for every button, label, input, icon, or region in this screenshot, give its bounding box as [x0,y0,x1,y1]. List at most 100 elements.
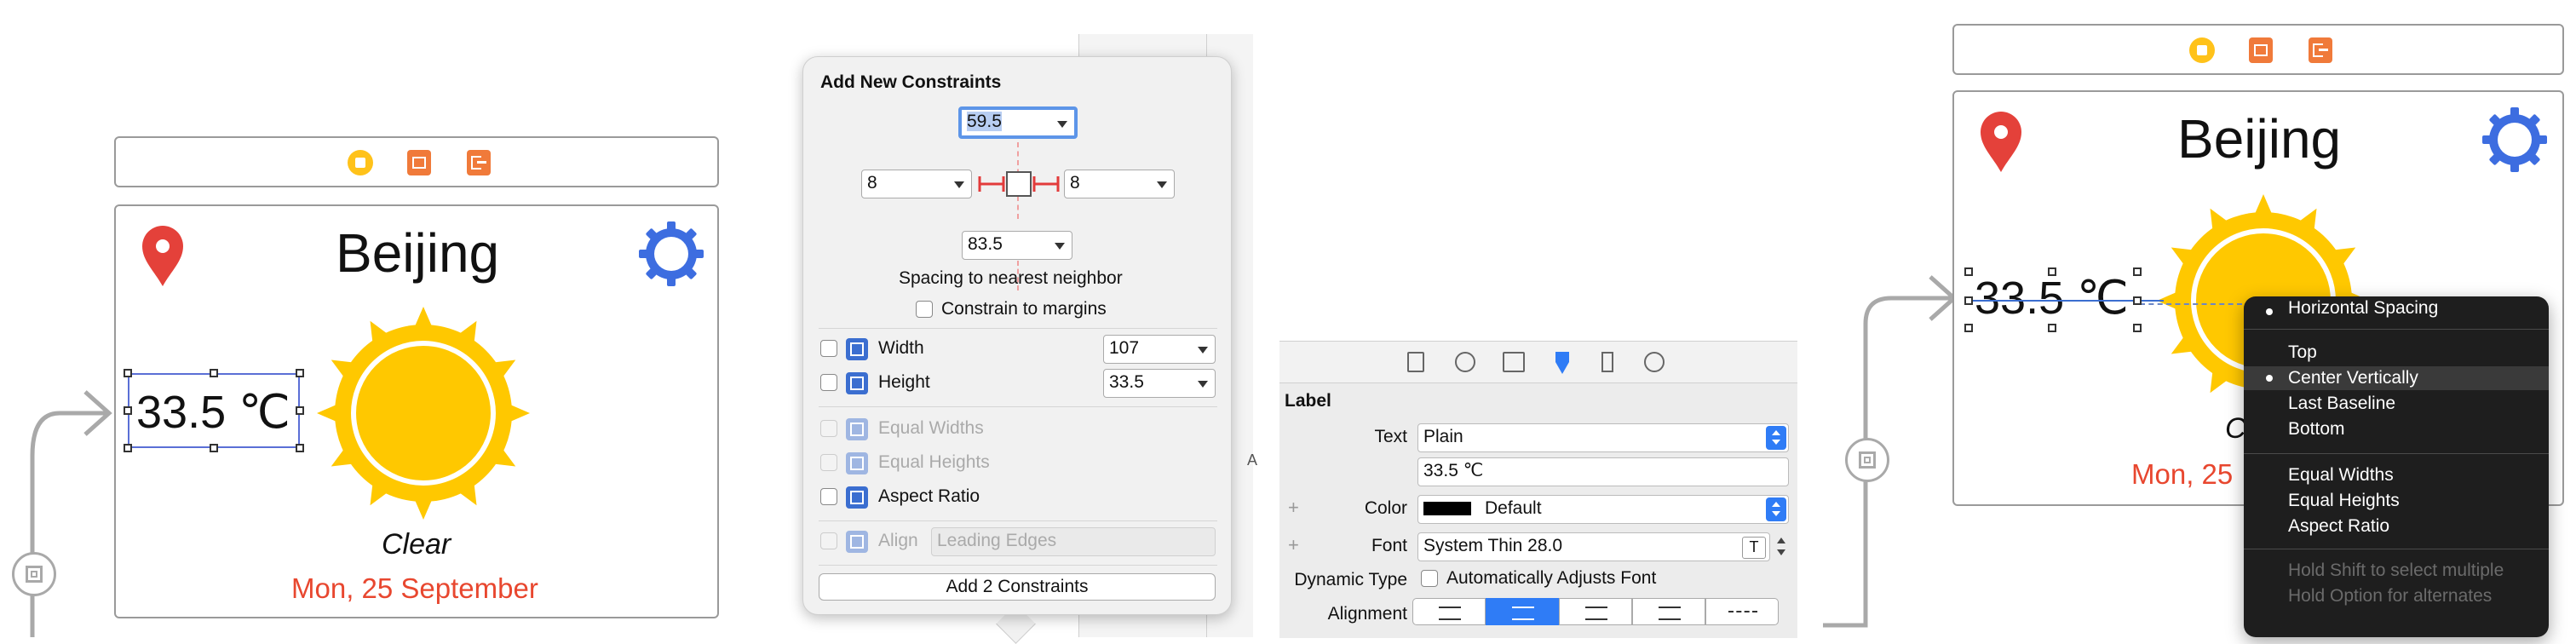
text-label: Text [1374,427,1407,446]
align-checkbox[interactable] [820,532,837,549]
align-center-segment[interactable] [1486,598,1559,625]
scene-dock-left [114,136,719,187]
condition-label: C [2225,412,2246,445]
menu-bullet [2266,375,2273,382]
resize-handle[interactable] [296,369,304,377]
first-responder-icon[interactable] [2249,37,2273,63]
location-pin-icon[interactable] [1978,109,2024,174]
resize-handle[interactable] [124,444,132,452]
connections-inspector-icon[interactable] [1644,352,1665,372]
inspector-section-title: Label [1285,391,1331,411]
color-variation-plus[interactable]: + [1288,497,1299,519]
text-value-field[interactable]: 33.5 ℃ [1417,457,1789,486]
resize-handle[interactable] [1964,296,1973,305]
resize-handle[interactable] [210,444,218,452]
view-controller-icon[interactable] [348,150,373,175]
equal-widths-icon [846,418,868,440]
resize-handle[interactable] [2133,267,2142,276]
exit-icon[interactable] [467,150,491,175]
segue-badge-right[interactable] [1845,438,1889,482]
identity-inspector-icon[interactable] [1503,352,1525,372]
temperature-label[interactable]: 33.5 ℃ [136,385,290,439]
resize-handle[interactable] [2133,324,2142,332]
scene-dock-right [1952,24,2564,75]
aspect-ratio-checkbox[interactable] [820,488,837,505]
resize-handle[interactable] [2048,267,2056,276]
menu-item-last-baseline[interactable]: Last Baseline [2288,394,2395,414]
date-label: Mon, 25 September [291,572,538,604]
menu-item-horizontal-spacing[interactable]: Horizontal Spacing [2288,298,2438,319]
menu-item-bottom[interactable]: Bottom [2288,419,2345,440]
exit-icon[interactable] [2309,37,2332,63]
bottom-spacing-field[interactable]: 83.5 [962,231,1072,260]
right-spacing-field[interactable]: 8 [1064,170,1175,198]
text-type-select[interactable]: Plain [1417,423,1789,452]
menu-item-center-vertically[interactable]: Center Vertically [2288,368,2418,388]
color-select[interactable]: Default [1417,495,1789,524]
gear-icon[interactable] [637,220,705,288]
font-variation-plus[interactable]: + [1288,534,1299,556]
font-picker-icon[interactable]: T [1742,537,1766,559]
location-pin-icon[interactable] [140,223,186,288]
align-left-segment[interactable] [1412,598,1486,625]
left-strut-icon[interactable] [977,175,1006,193]
view-controller-icon[interactable] [2189,37,2215,63]
equal-widths-checkbox[interactable] [820,420,837,437]
left-spacing-field[interactable]: 8 [861,170,972,198]
text-value: 33.5 ℃ [1423,461,1484,480]
add-constraints-button[interactable]: Add 2 Constraints [819,573,1216,601]
menu-item-equal-widths[interactable]: Equal Widths [2288,465,2394,486]
constrain-margins-label: Constrain to margins [941,299,1107,319]
temperature-label[interactable]: 33.5 ℃ [1975,271,2129,325]
width-checkbox[interactable] [820,340,837,357]
width-value: 107 [1109,338,1140,358]
equal-heights-checkbox[interactable] [820,454,837,471]
divider [819,565,1217,566]
resize-handle[interactable] [1964,324,1973,332]
background-partial-text: A [1247,451,1258,469]
spacing-caption: Spacing to nearest neighbor [899,268,1123,288]
align-icon [846,531,868,553]
constrain-margins-checkbox[interactable] [916,301,933,318]
first-responder-icon[interactable] [407,150,431,175]
menu-item-aspect-ratio[interactable]: Aspect Ratio [2288,516,2389,537]
menu-item-top[interactable]: Top [2288,342,2317,363]
date-label: Mon, 25 [2131,458,2234,490]
align-justified-segment[interactable] [1632,598,1705,625]
add-constraints-popover: Add New Constraints 59.5 8 8 83.5 Spacin… [802,56,1232,615]
resize-handle[interactable] [1964,267,1973,276]
bottom-spacing-value: 83.5 [968,234,1003,254]
width-field[interactable]: 107 [1103,335,1216,364]
font-label: Font [1371,536,1407,555]
resize-handle[interactable] [296,406,304,415]
resize-handle[interactable] [124,369,132,377]
right-strut-icon[interactable] [1032,175,1061,193]
resize-handle[interactable] [2048,324,2056,332]
top-spacing-field[interactable]: 59.5 [958,106,1078,139]
height-checkbox[interactable] [820,374,837,391]
segue-arrow-right [1823,275,1958,628]
resize-handle[interactable] [2133,296,2142,305]
font-value: System Thin 28.0 [1423,536,1563,555]
height-field[interactable]: 33.5 [1103,369,1216,398]
resize-handle[interactable] [210,369,218,377]
font-field[interactable]: System Thin 28.0 T [1417,532,1770,561]
popover-title: Add New Constraints [820,72,1002,92]
height-value: 33.5 [1109,372,1144,392]
dynamic-type-label: Dynamic Type [1294,570,1407,589]
resize-handle[interactable] [124,406,132,415]
segue-badge-left[interactable] [12,552,56,596]
align-right-segment[interactable] [1559,598,1632,625]
attributes-inspector-icon[interactable] [1550,350,1574,376]
resize-handle[interactable] [296,444,304,452]
menu-hint-shift: Hold Shift to select multiple [2288,561,2504,580]
auto-adjust-checkbox[interactable] [1421,570,1438,587]
font-size-stepper[interactable] [1774,532,1789,561]
align-dropdown[interactable]: Leading Edges [931,527,1216,556]
menu-item-equal-heights[interactable]: Equal Heights [2288,491,2400,511]
file-inspector-icon[interactable] [1407,352,1424,372]
help-inspector-icon[interactable] [1455,352,1475,372]
align-natural-segment[interactable] [1705,598,1779,625]
size-inspector-icon[interactable] [1601,352,1613,372]
gear-icon[interactable] [2481,106,2549,174]
